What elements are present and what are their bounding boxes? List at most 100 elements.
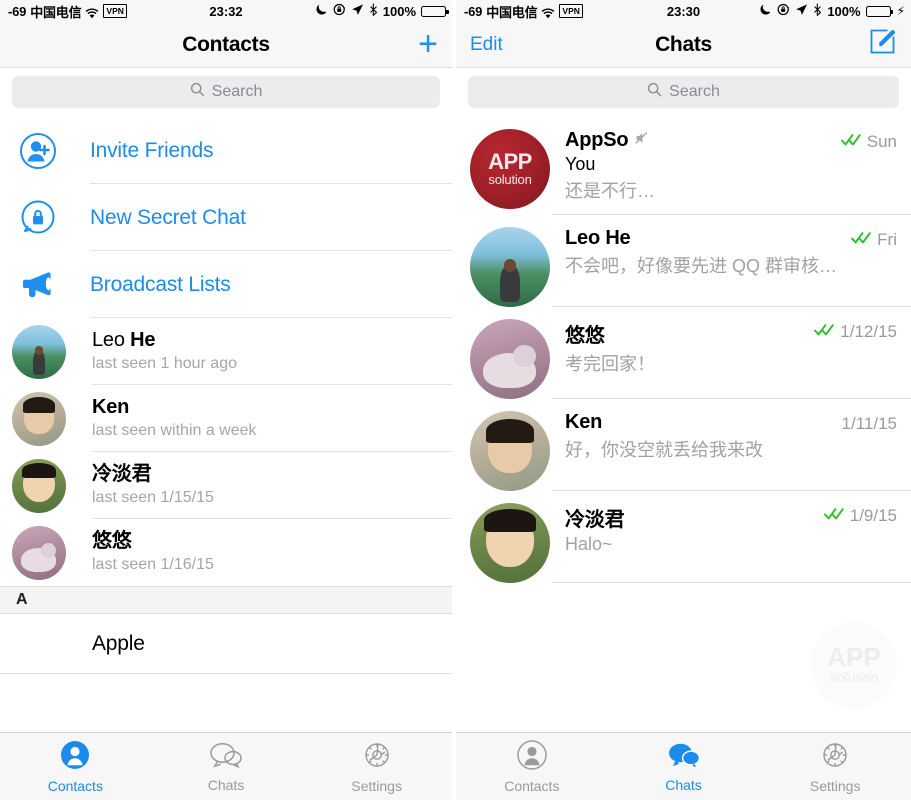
contact-status: last seen 1/16/15 xyxy=(92,555,214,573)
contact-row[interactable]: 冷淡君 last seen 1/15/15 xyxy=(0,452,452,519)
contact-row-apple[interactable]: Apple xyxy=(0,614,452,674)
avatar xyxy=(470,503,550,583)
add-person-icon xyxy=(14,132,62,170)
bluetooth-icon xyxy=(813,3,822,19)
person-icon xyxy=(60,740,90,775)
search-placeholder: Search xyxy=(211,83,263,100)
chat-row[interactable]: APP solution AppSo Sun You 还是不行… xyxy=(456,117,911,215)
avatar xyxy=(12,324,66,379)
battery-icon xyxy=(865,5,894,17)
chat-bubbles-icon xyxy=(667,741,701,774)
section-header: A xyxy=(0,586,452,614)
moon-icon xyxy=(759,3,772,19)
read-receipt-icon xyxy=(823,507,846,526)
chat-preview: 考完回家！ xyxy=(565,354,655,374)
add-contact-button[interactable]: + xyxy=(418,27,438,62)
edit-button[interactable]: Edit xyxy=(470,34,503,56)
chat-date: 1/9/15 xyxy=(849,506,897,525)
contact-status: last seen 1 hour ago xyxy=(92,354,237,372)
chat-date: 1/12/15 xyxy=(840,322,897,341)
avatar xyxy=(470,319,550,399)
action-label: Broadcast Lists xyxy=(90,272,231,296)
carrier-name: 中国电信 xyxy=(486,4,538,20)
charging-bolt-icon: ⚡ xyxy=(896,4,905,18)
read-receipt-icon xyxy=(814,323,836,342)
tab-bar-right: Contacts Chats Settings xyxy=(456,732,911,800)
contact-name: 冷淡君 xyxy=(92,463,152,486)
signal-strength: -69 xyxy=(464,3,483,19)
chats-screen: -69 中国电信 VPN 23:30 100% ⚡ Edit Chats Sea… xyxy=(456,0,911,800)
contact-name: Apple xyxy=(92,632,145,655)
watermark-line1: APP xyxy=(827,642,881,673)
mute-speaker-icon xyxy=(634,131,649,150)
chat-preview: 还是不行… xyxy=(565,181,655,201)
wifi-icon xyxy=(85,7,99,18)
search-container-right: Search xyxy=(456,68,911,117)
search-placeholder: Search xyxy=(669,83,720,100)
chat-name: Ken xyxy=(565,411,603,433)
avatar-app-text: APP xyxy=(488,148,532,174)
rotation-lock-icon xyxy=(333,3,346,19)
vpn-badge: VPN xyxy=(559,4,583,18)
tab-label: Settings xyxy=(809,777,861,794)
contact-row[interactable]: 悠悠 last seen 1/16/15 xyxy=(0,519,452,586)
action-broadcast-lists[interactable]: Broadcast Lists xyxy=(0,251,452,318)
search-icon xyxy=(647,82,662,102)
action-invite-friends[interactable]: Invite Friends xyxy=(0,117,452,184)
chat-row[interactable]: 悠悠 1/12/15 考完回家！ xyxy=(456,307,911,399)
avatar xyxy=(12,525,66,580)
nav-bar-right: Edit Chats xyxy=(456,22,911,68)
compose-button[interactable] xyxy=(867,27,897,62)
chat-name: 冷淡君 xyxy=(565,509,625,531)
battery-icon xyxy=(421,5,449,17)
lock-bubble-icon xyxy=(14,199,62,237)
chat-row[interactable]: Leo He Fri 不会吧，好像要先进 QQ 群审核… xyxy=(456,215,911,307)
tab-settings[interactable]: Settings xyxy=(301,740,452,794)
contact-row[interactable]: Leo He last seen 1 hour ago xyxy=(0,318,452,385)
action-new-secret-chat[interactable]: New Secret Chat xyxy=(0,184,452,251)
chat-date: 1/11/15 xyxy=(841,414,897,433)
tab-contacts[interactable]: Contacts xyxy=(456,739,608,794)
contact-row-partial[interactable] xyxy=(0,674,452,734)
carrier-name: 中国电信 xyxy=(30,4,82,20)
tab-settings[interactable]: Settings xyxy=(759,740,911,794)
chats-list: APP solution AppSo Sun You 还是不行… Leo He … xyxy=(456,117,911,583)
vpn-badge: VPN xyxy=(103,4,127,18)
tab-chats[interactable]: Chats xyxy=(608,741,760,793)
status-bar-right: -69 中国电信 VPN 23:30 100% ⚡ xyxy=(456,0,911,22)
search-input[interactable]: Search xyxy=(468,76,899,108)
chat-date: Sun xyxy=(866,132,897,151)
location-arrow-icon xyxy=(351,3,364,19)
avatar xyxy=(12,458,66,513)
avatar-solution-text: solution xyxy=(488,171,532,187)
tab-label: Contacts xyxy=(47,777,103,794)
contacts-list: Invite Friends New Secret Chat Broadcast… xyxy=(0,117,452,734)
page-title: Chats xyxy=(655,32,712,56)
contact-name: Ken xyxy=(92,396,130,419)
chat-name: 悠悠 xyxy=(565,325,605,347)
tab-label: Chats xyxy=(665,776,702,793)
chat-bubbles-icon xyxy=(209,741,243,774)
tab-contacts[interactable]: Contacts xyxy=(0,740,151,794)
gear-icon xyxy=(362,740,392,775)
gear-icon xyxy=(820,740,850,775)
search-input[interactable]: Search xyxy=(12,76,440,108)
chat-row[interactable]: 冷淡君 1/9/15 Halo~ xyxy=(456,491,911,583)
appsolution-watermark: APP solution xyxy=(811,622,897,708)
chat-row[interactable]: Ken 1/11/15 好，你没空就丢给我来改 xyxy=(456,399,911,491)
contact-first-name: Leo xyxy=(92,329,125,352)
chat-sender: You xyxy=(565,154,596,174)
action-label: New Secret Chat xyxy=(90,205,246,229)
action-label: Invite Friends xyxy=(90,138,214,162)
contact-name: 悠悠 xyxy=(92,530,132,553)
moon-icon xyxy=(315,3,328,19)
battery-percent: 100% xyxy=(827,3,861,19)
avatar xyxy=(12,391,66,446)
chat-preview: 好，你没空就丢给我来改 xyxy=(565,440,763,460)
avatar xyxy=(470,411,550,491)
tab-chats[interactable]: Chats xyxy=(151,741,302,793)
tab-bar-left: Contacts Chats Settings xyxy=(0,732,452,800)
contact-row[interactable]: Ken last seen within a week xyxy=(0,385,452,452)
location-arrow-icon xyxy=(795,3,808,19)
avatar xyxy=(470,227,550,307)
